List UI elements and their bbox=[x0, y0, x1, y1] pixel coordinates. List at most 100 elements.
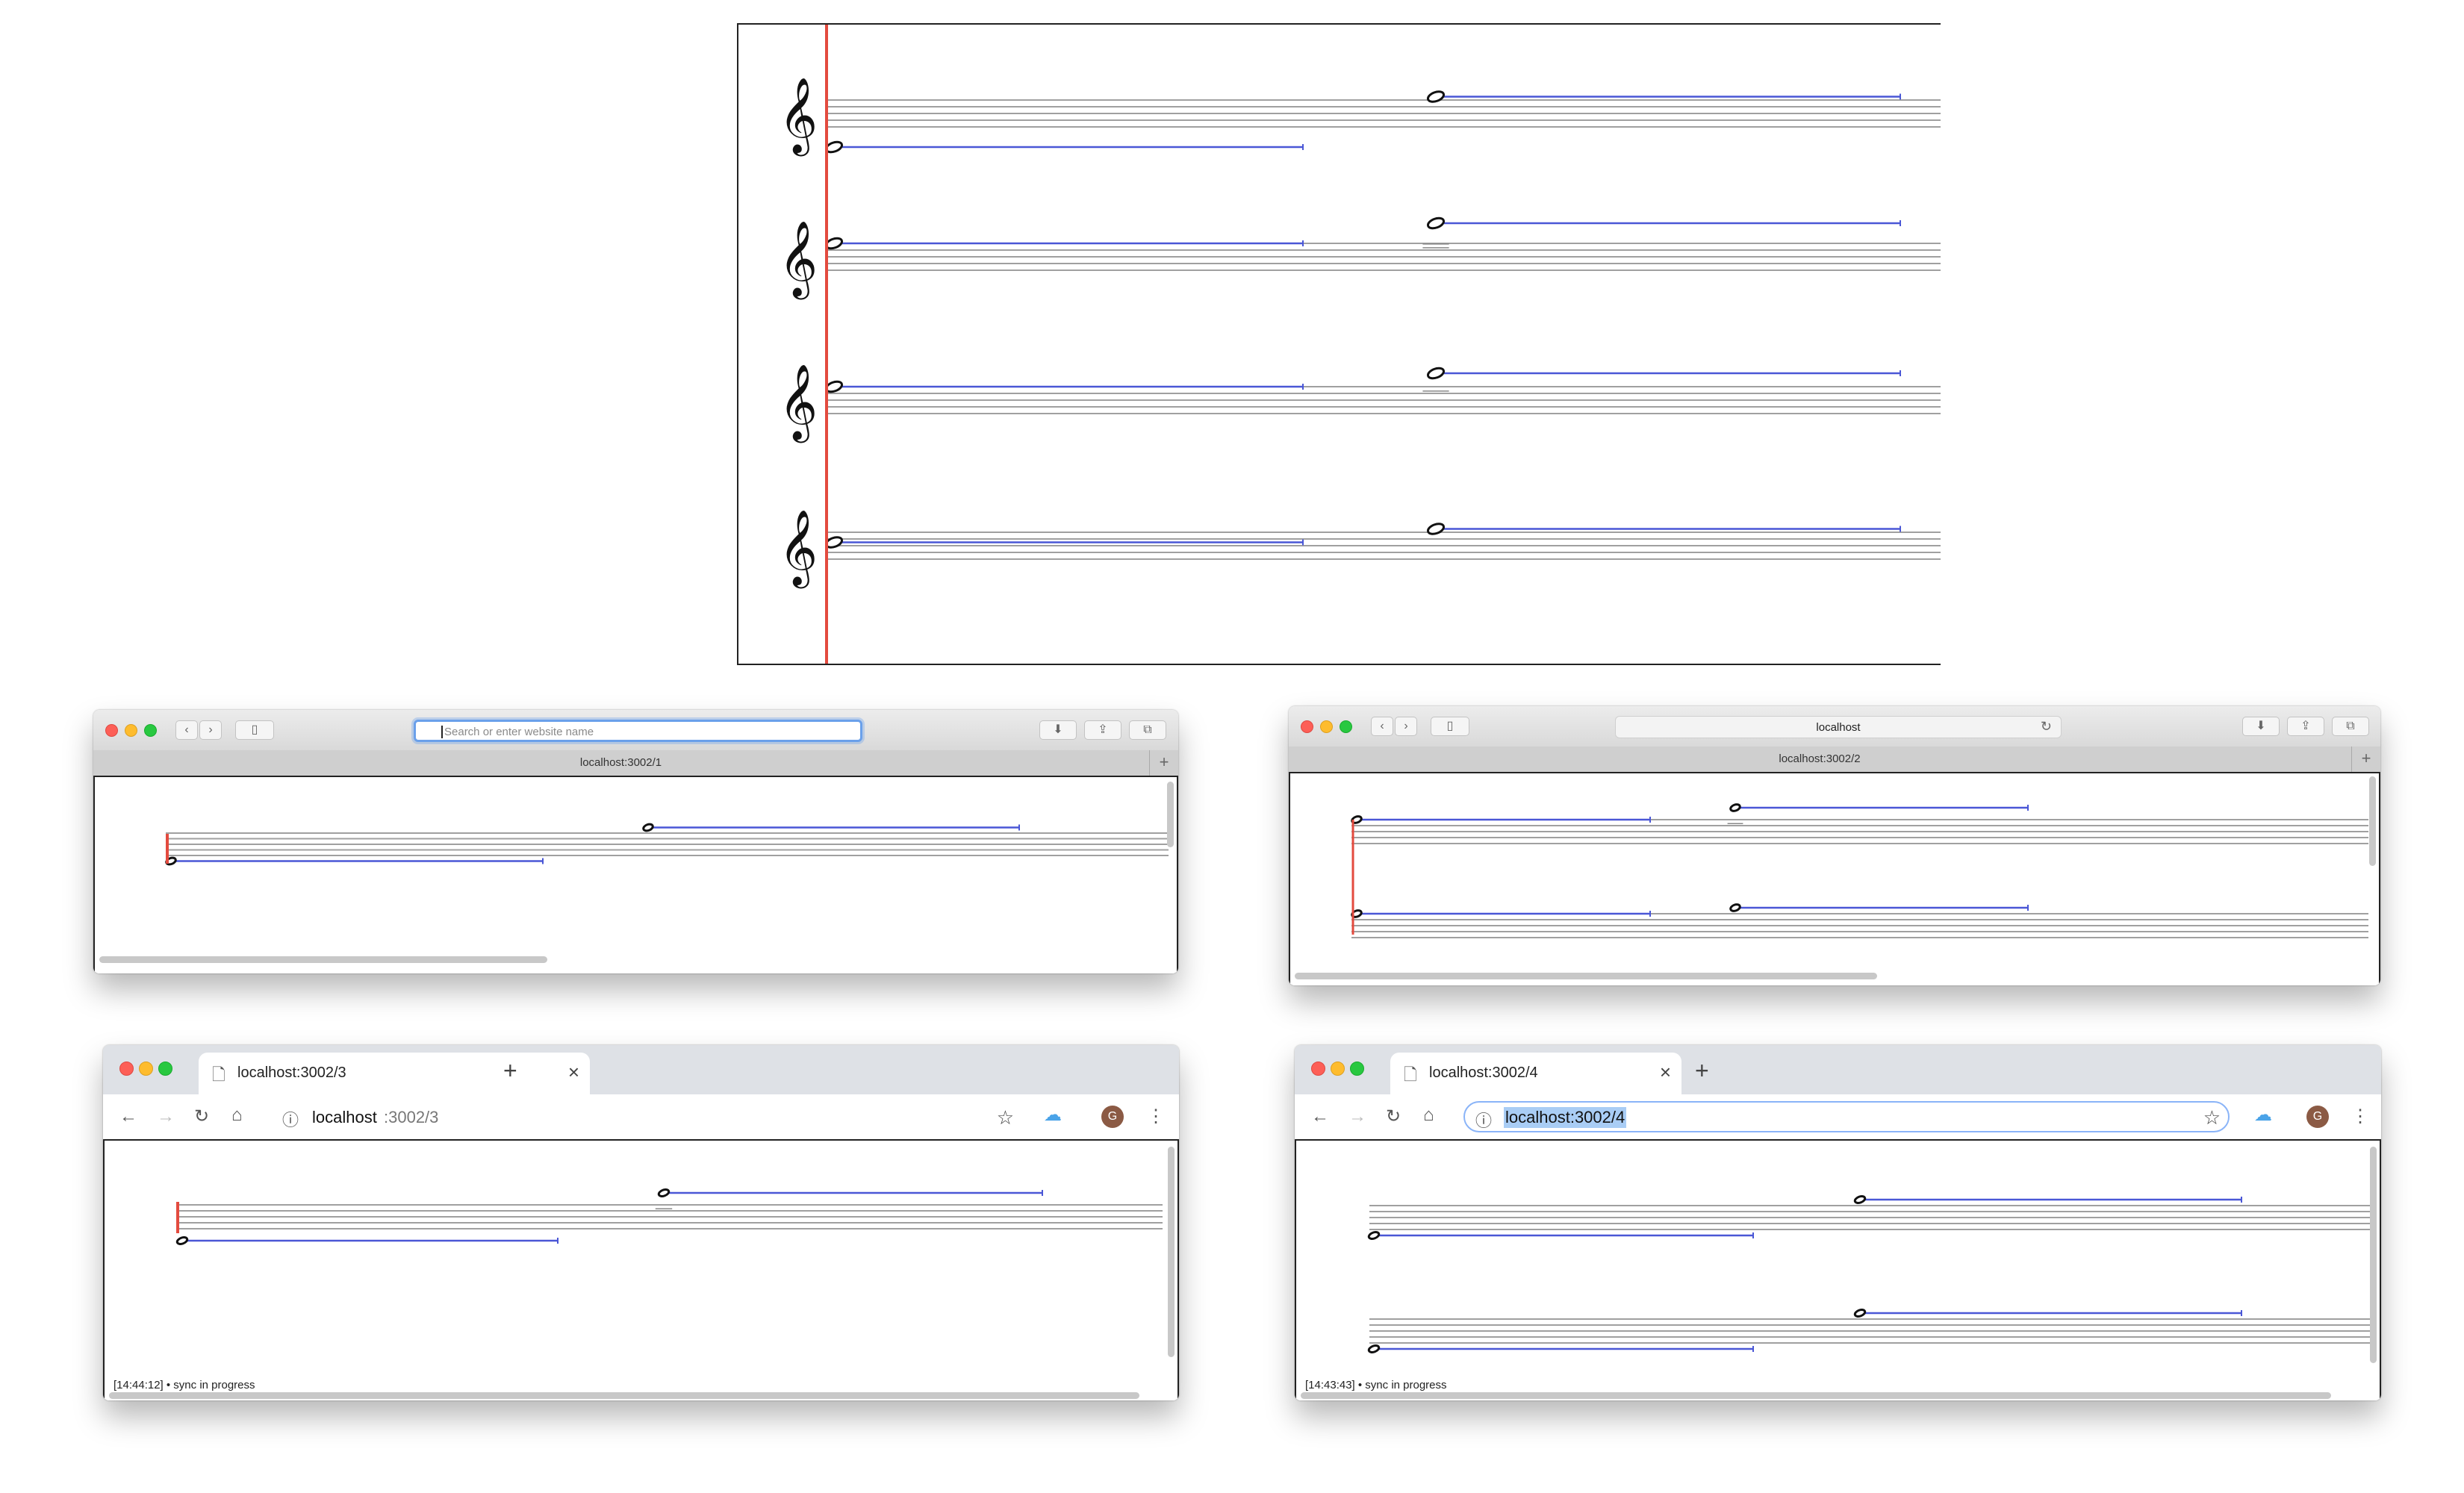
new-tab-icon[interactable]: + bbox=[1695, 1059, 1709, 1082]
download-icon[interactable]: ⬇ bbox=[2242, 717, 2280, 736]
chrome-tabstrip: 🗋 localhost:3002/3 × + bbox=[103, 1045, 1179, 1094]
minimize-window-button[interactable] bbox=[1320, 720, 1333, 733]
zoom-window-button[interactable] bbox=[158, 1062, 172, 1076]
tabs-icon[interactable]: ⧉ bbox=[2332, 717, 2369, 736]
address-text: localhost bbox=[1816, 721, 1861, 734]
page-icon: 🗋 bbox=[1404, 1065, 1417, 1084]
treble-clef-icon: 𝄞 bbox=[779, 76, 818, 157]
info-icon: ⓘ bbox=[1475, 1112, 1493, 1130]
treble-clef-icon: 𝄞 bbox=[779, 508, 818, 589]
browser-window-1: ‹ › ▯ Search or enter website name ⬇ ⇪ ⧉… bbox=[93, 710, 1178, 973]
note-head bbox=[1367, 1344, 1381, 1353]
browser-tab[interactable]: 🗋 localhost:3002/3 × bbox=[199, 1053, 590, 1094]
close-window-button[interactable] bbox=[105, 724, 118, 737]
omnibox[interactable]: ⓘ localhost:3002/4 ☆ bbox=[1463, 1101, 2230, 1132]
tab-bar: localhost:3002/1 + bbox=[93, 750, 1178, 776]
bookmark-star-icon[interactable]: ☆ bbox=[2203, 1106, 2221, 1129]
cloud-extension-icon[interactable]: ☁ bbox=[2254, 1106, 2272, 1124]
zoom-window-button[interactable] bbox=[144, 724, 157, 737]
cloud-extension-icon[interactable]: ☁ bbox=[1044, 1106, 1062, 1124]
avatar[interactable]: G bbox=[2306, 1106, 2329, 1128]
horizontal-scrollbar[interactable] bbox=[99, 956, 547, 963]
close-window-button[interactable] bbox=[119, 1062, 134, 1076]
share-icon[interactable]: ⇪ bbox=[1084, 720, 1121, 740]
page-content bbox=[93, 776, 1178, 973]
safari-toolbar: ‹ › ▯ localhost ↻ ⬇ ⇪ ⧉ bbox=[1289, 706, 2380, 747]
vertical-scrollbar[interactable] bbox=[1168, 1147, 1175, 1357]
address-bar[interactable]: localhost ↻ bbox=[1615, 716, 2062, 738]
chrome-tabstrip: 🗋 localhost:3002/4 × + bbox=[1295, 1045, 2381, 1094]
note-head bbox=[1426, 216, 1446, 230]
new-tab-icon[interactable]: + bbox=[503, 1059, 517, 1082]
tab-title: localhost:3002/4 bbox=[1429, 1065, 1538, 1081]
vertical-scrollbar[interactable] bbox=[2370, 1147, 2377, 1363]
note-head bbox=[1729, 803, 1741, 812]
status-text: [14:44:12] • sync in progress bbox=[113, 1379, 255, 1391]
horizontal-scrollbar[interactable] bbox=[1295, 973, 1877, 979]
tab-title[interactable]: localhost:3002/2 bbox=[1289, 752, 2351, 765]
close-window-button[interactable] bbox=[1301, 720, 1313, 733]
reload-icon[interactable]: ↻ bbox=[194, 1108, 209, 1126]
close-tab-icon[interactable]: × bbox=[1660, 1061, 1671, 1084]
note-head bbox=[1426, 90, 1446, 103]
menu-icon[interactable]: ⋮ bbox=[1147, 1108, 1165, 1126]
sidebar-icon[interactable]: ▯ bbox=[1431, 717, 1469, 736]
download-icon[interactable]: ⬇ bbox=[1039, 720, 1077, 740]
sidebar-icon[interactable]: ▯ bbox=[235, 720, 274, 740]
avatar[interactable]: G bbox=[1101, 1106, 1124, 1128]
score-canvas bbox=[1351, 803, 2368, 938]
close-tab-icon[interactable]: × bbox=[568, 1061, 579, 1084]
page-content: [14:43:43] • sync in progress bbox=[1295, 1139, 2381, 1400]
score-canvas bbox=[1367, 1195, 2370, 1353]
forward-icon[interactable]: → bbox=[157, 1108, 175, 1126]
new-tab-icon[interactable]: + bbox=[2351, 746, 2380, 772]
minimize-window-button[interactable] bbox=[139, 1062, 153, 1076]
note-head bbox=[1729, 903, 1741, 912]
note-head bbox=[1853, 1195, 1867, 1204]
reload-icon[interactable]: ↻ bbox=[2041, 719, 2052, 735]
treble-clef-icon: 𝄞 bbox=[779, 219, 818, 300]
text-cursor bbox=[441, 726, 443, 738]
forward-icon[interactable]: › bbox=[199, 720, 222, 740]
url-selected-text[interactable]: localhost:3002/4 bbox=[1504, 1107, 1627, 1128]
back-icon[interactable]: ‹ bbox=[1371, 717, 1393, 736]
reload-icon[interactable]: ↻ bbox=[1386, 1108, 1401, 1126]
tabs-icon[interactable]: ⧉ bbox=[1129, 720, 1166, 740]
note-head bbox=[1426, 367, 1446, 380]
zoom-window-button[interactable] bbox=[1350, 1062, 1364, 1076]
forward-icon[interactable]: → bbox=[1348, 1108, 1366, 1126]
omnibox[interactable]: ⓘ localhost :3002/3 ☆ bbox=[272, 1101, 1021, 1132]
note-head bbox=[642, 823, 654, 832]
back-icon[interactable]: ‹ bbox=[175, 720, 198, 740]
zoom-window-button[interactable] bbox=[1340, 720, 1352, 733]
browser-tab[interactable]: 🗋 localhost:3002/4 × bbox=[1390, 1053, 1681, 1094]
address-bar[interactable]: Search or enter website name bbox=[414, 720, 862, 742]
url-path: :3002/3 bbox=[384, 1108, 439, 1126]
note-head bbox=[1426, 523, 1446, 535]
home-icon[interactable]: ⌂ bbox=[231, 1106, 243, 1124]
horizontal-scrollbar[interactable] bbox=[109, 1392, 1139, 1399]
status-text: [14:43:43] • sync in progress bbox=[1305, 1379, 1447, 1391]
horizontal-scrollbar[interactable] bbox=[1301, 1392, 2331, 1399]
minimize-window-button[interactable] bbox=[1331, 1062, 1345, 1076]
share-icon[interactable]: ⇪ bbox=[2287, 717, 2324, 736]
forward-icon[interactable]: › bbox=[1395, 717, 1417, 736]
note-head bbox=[1853, 1309, 1867, 1318]
tab-title[interactable]: localhost:3002/1 bbox=[93, 756, 1148, 769]
back-icon[interactable]: ← bbox=[1311, 1108, 1329, 1126]
bookmark-star-icon[interactable]: ☆ bbox=[997, 1106, 1014, 1129]
page-icon: 🗋 bbox=[212, 1065, 225, 1084]
home-icon[interactable]: ⌂ bbox=[1423, 1106, 1434, 1124]
note-head bbox=[175, 1236, 189, 1245]
minimize-window-button[interactable] bbox=[125, 724, 137, 737]
treble-clef-icon: 𝄞 bbox=[779, 363, 818, 443]
close-window-button[interactable] bbox=[1311, 1062, 1325, 1076]
back-icon[interactable]: ← bbox=[119, 1108, 137, 1126]
note-head bbox=[657, 1188, 671, 1197]
url-host: localhost bbox=[312, 1108, 377, 1126]
score-canvas bbox=[165, 823, 1169, 866]
vertical-scrollbar[interactable] bbox=[2369, 776, 2376, 866]
menu-icon[interactable]: ⋮ bbox=[2351, 1108, 2369, 1126]
vertical-scrollbar[interactable] bbox=[1167, 782, 1174, 847]
new-tab-icon[interactable]: + bbox=[1149, 750, 1178, 776]
